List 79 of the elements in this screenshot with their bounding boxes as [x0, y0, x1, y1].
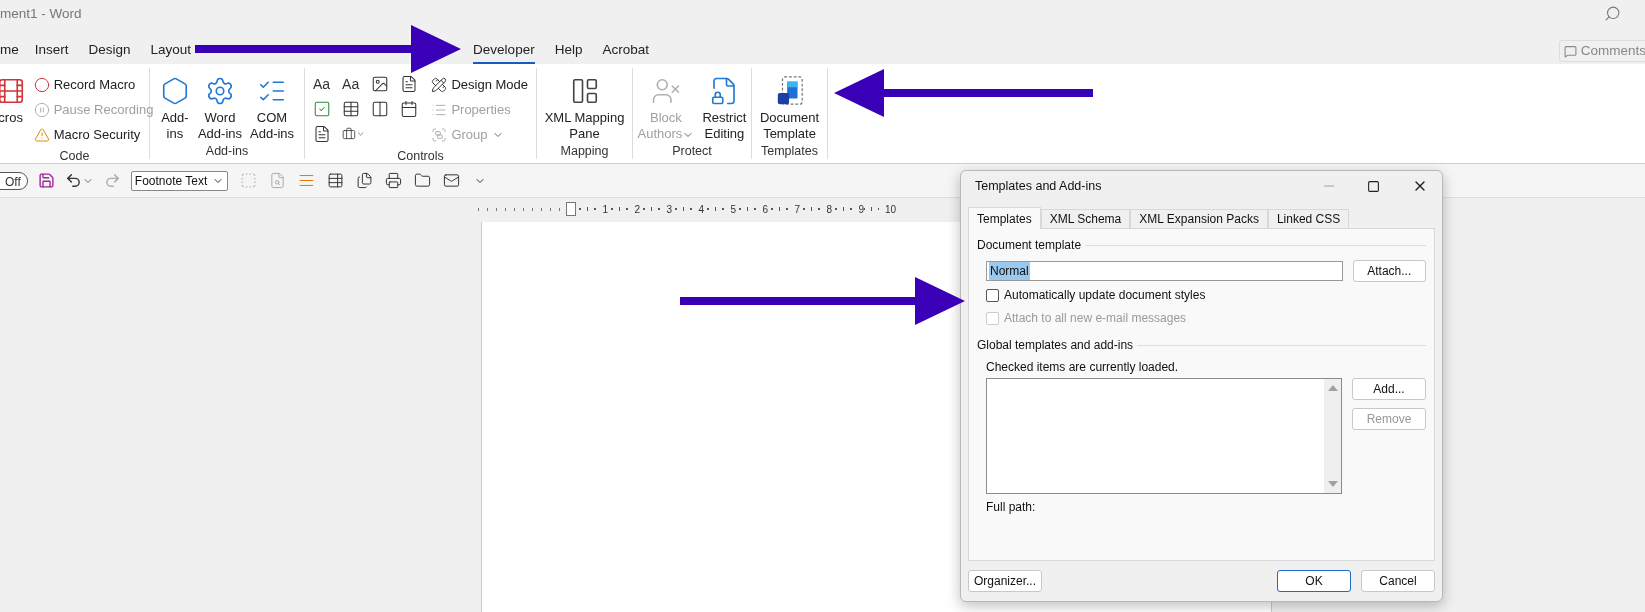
ribbon-button[interactable]: Macro Security [33, 122, 154, 147]
ribbon-button[interactable]: Record Macro [33, 72, 154, 97]
control-icon [400, 100, 419, 118]
note-text: Checked items are currently loaded. [985, 359, 1180, 376]
save-icon[interactable] [37, 172, 55, 189]
comment-icon [1563, 44, 1577, 58]
ribbon-button[interactable]: Word Add-ins [197, 72, 242, 142]
dialog-button[interactable]: Organizer... [968, 570, 1042, 592]
dialog-tab[interactable]: Templates [968, 207, 1041, 229]
ribbon-tab[interactable]: Layout [150, 40, 192, 65]
group-label: Add-ins [204, 143, 250, 160]
ribbon-button[interactable]: COM Add-ins [250, 72, 295, 142]
ribbon-icon [650, 76, 681, 106]
ribbon-tab[interactable]: Help [554, 40, 583, 65]
dialog-tab[interactable]: XML Schema [1040, 209, 1131, 228]
toolbar-icon[interactable] [355, 172, 373, 189]
template-field[interactable]: Normal [986, 261, 1343, 281]
dialog-tab[interactable]: Linked CSS [1267, 209, 1350, 228]
group-label: Mapping [559, 143, 610, 160]
control-button[interactable]: Aa [342, 74, 366, 94]
section-heading: Global templates and add-ins [977, 337, 1134, 354]
dialog-button[interactable]: Add... [1352, 378, 1426, 400]
control-icon [313, 100, 331, 118]
ribbon-icon [431, 76, 448, 93]
dialog-tab[interactable]: XML Expansion Packs [1130, 209, 1268, 228]
checkbox[interactable]: Automatically update document styles [986, 286, 1426, 304]
ribbon-button[interactable]: Design Mode [431, 72, 528, 97]
control-icon [371, 75, 390, 93]
ribbon-icon [33, 76, 50, 93]
control-icon [342, 100, 361, 118]
dialog-title: Templates and Add-ins [975, 177, 1103, 195]
toolbar-icon[interactable] [384, 172, 402, 189]
ribbon-icon [33, 101, 50, 118]
group-label: Protect [671, 143, 713, 160]
toolbar-icon[interactable] [413, 172, 431, 189]
maximize-icon[interactable] [1367, 179, 1380, 193]
margin-marker[interactable] [566, 202, 576, 216]
undo-icon[interactable] [64, 172, 82, 189]
control-icon [313, 125, 331, 143]
ruler-number: 3 [666, 202, 672, 217]
dialog-button[interactable]: Cancel [1361, 570, 1435, 592]
ribbon-icon [0, 76, 26, 106]
autosave-toggle[interactable]: Off [0, 171, 28, 190]
ruler-number: 1 [602, 202, 608, 217]
templates-list[interactable] [986, 378, 1342, 494]
ribbon-button[interactable]: XML Mapping Pane [544, 72, 625, 142]
search-icon[interactable] [1604, 5, 1621, 22]
ruler-number: 5 [730, 202, 736, 217]
control-button[interactable]: Aa [313, 74, 337, 94]
dialog-button[interactable]: OK [1277, 570, 1351, 592]
dialog-button[interactable]: Attach... [1352, 260, 1426, 282]
control-icon [371, 100, 390, 118]
ruler-number: 7 [794, 202, 800, 217]
ribbon-icon [431, 126, 448, 143]
ribbon-tab[interactable]: Acrobat [602, 40, 649, 65]
window-title: ment1 - Word [0, 5, 83, 23]
ribbon-icon [33, 126, 50, 143]
ribbon-button[interactable]: Restrict Editing [702, 72, 747, 142]
ribbon-button[interactable]: Document Template [759, 72, 820, 142]
section-heading: Document template [977, 237, 1082, 254]
ruler-number: 2 [634, 202, 640, 217]
ruler-number: 9 [858, 202, 864, 217]
ribbon-button[interactable]: Add- ins [159, 72, 190, 142]
toolbar-icon[interactable] [326, 172, 344, 189]
ruler-number: 6 [762, 202, 768, 217]
group-label: Templates [760, 143, 819, 160]
full-path-label: Full path: [985, 499, 1037, 516]
ruler-number: 8 [826, 202, 832, 217]
toolbar-icon[interactable] [442, 172, 460, 189]
ribbon-tab[interactable]: me [0, 40, 19, 65]
group-label: Code [58, 148, 91, 165]
ruler-number: 10 [884, 202, 896, 217]
control-icon [400, 75, 419, 93]
group-label: Controls [396, 148, 445, 165]
scrollbar[interactable] [1324, 379, 1341, 493]
ribbon-tab[interactable]: Insert [34, 40, 69, 65]
style-dropdown[interactable]: Footnote Text [130, 170, 228, 191]
ribbon-tab[interactable]: Design [88, 40, 131, 65]
ruler-number: 4 [698, 202, 704, 217]
